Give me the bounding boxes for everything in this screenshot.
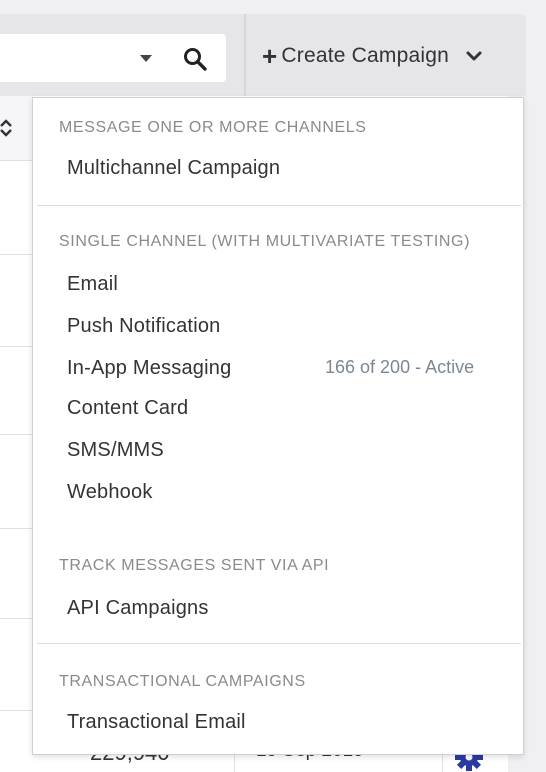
table-header [0,96,34,161]
create-campaign-dropdown: MESSAGE ONE OR MORE CHANNELS Multichanne… [32,97,524,755]
section-title-single-channel: SINGLE CHANNEL (WITH MULTIVARIATE TESTIN… [59,233,471,250]
menu-item-multichannel-campaign[interactable]: Multichannel Campaign [67,157,280,180]
row-divider [0,346,34,347]
menu-separator [37,643,521,644]
menu-item-api-campaigns[interactable]: API Campaigns [67,597,209,620]
toolbar-divider [244,14,246,96]
menu-item-webhook[interactable]: Webhook [67,481,153,504]
menu-item-sms-mms[interactable]: SMS/MMS [67,439,164,462]
chevron-down-icon [466,51,482,61]
in-app-quota-note: 166 of 200 - Active [325,357,475,377]
section-title-multichannel: MESSAGE ONE OR MORE CHANNELS [59,119,367,136]
row-divider [0,254,34,255]
menu-item-email[interactable]: Email [67,273,118,296]
search-input[interactable] [0,34,226,82]
section-title-transactional: TRANSACTIONAL CAMPAIGNS [59,673,306,690]
search-icon[interactable] [182,46,208,72]
caret-down-icon[interactable] [140,55,152,62]
menu-item-push-notification[interactable]: Push Notification [67,315,220,338]
create-campaign-label: Create Campaign [281,44,449,67]
section-title-api: TRACK MESSAGES SENT VIA API [59,557,330,574]
sort-icon[interactable] [0,118,12,138]
toolbar: + Create Campaign [0,14,526,96]
menu-item-transactional-email[interactable]: Transactional Email [67,711,246,734]
menu-item-content-card[interactable]: Content Card [67,397,188,420]
plus-icon: + [262,41,278,71]
row-divider [0,618,34,619]
row-divider [0,528,34,529]
row-divider [0,434,34,435]
menu-separator [37,205,521,206]
create-campaign-button[interactable]: + Create Campaign [262,36,485,76]
menu-item-in-app-messaging[interactable]: In-App Messaging [67,357,231,380]
